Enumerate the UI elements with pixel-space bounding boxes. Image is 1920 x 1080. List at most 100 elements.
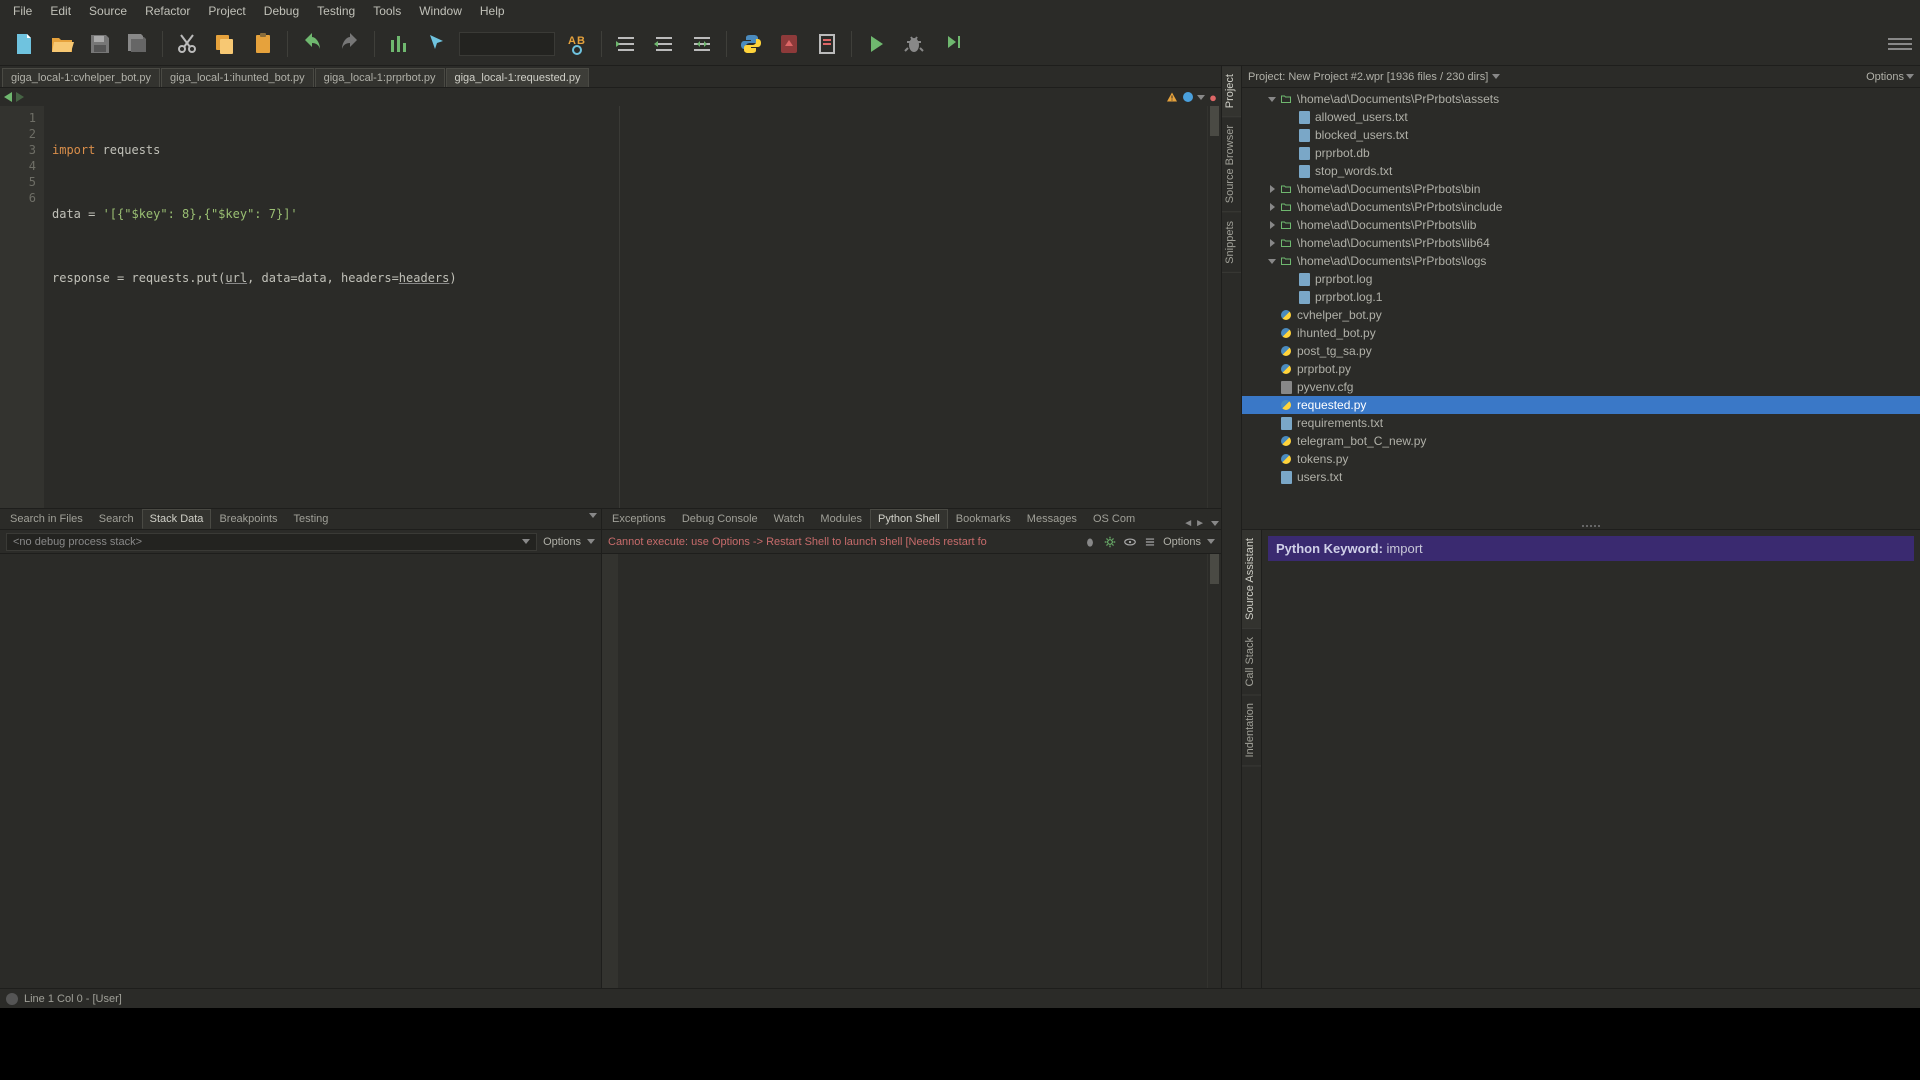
twisty-icon[interactable] bbox=[1266, 237, 1278, 249]
sidetab-project[interactable]: Project bbox=[1222, 66, 1241, 117]
copy-button[interactable] bbox=[209, 28, 241, 60]
twisty-icon[interactable] bbox=[1266, 183, 1278, 195]
tree-node[interactable]: requested.py bbox=[1242, 396, 1920, 414]
tab-search-in-files[interactable]: Search in Files bbox=[2, 509, 91, 529]
menu-testing[interactable]: Testing bbox=[308, 1, 364, 21]
tree-node[interactable]: ihunted_bot.py bbox=[1242, 324, 1920, 342]
cut-button[interactable] bbox=[171, 28, 203, 60]
tree-node[interactable]: allowed_users.txt bbox=[1242, 108, 1920, 126]
tree-node[interactable]: cvhelper_bot.py bbox=[1242, 306, 1920, 324]
sidetab-source-assistant[interactable]: Source Assistant bbox=[1242, 530, 1261, 629]
nav-back-icon[interactable] bbox=[4, 92, 12, 102]
find-replace-button[interactable]: AB bbox=[561, 28, 593, 60]
debug-file-button[interactable] bbox=[773, 28, 805, 60]
dedent-button[interactable] bbox=[648, 28, 680, 60]
redo-button[interactable] bbox=[334, 28, 366, 60]
reformat-button[interactable] bbox=[686, 28, 718, 60]
editor-tab[interactable]: giga_local-1:requested.py bbox=[446, 68, 590, 87]
tabs-dropdown-icon[interactable] bbox=[1211, 521, 1219, 526]
stack-selector[interactable]: <no debug process stack> bbox=[6, 533, 537, 551]
eye-icon[interactable] bbox=[1123, 535, 1137, 549]
tree-node[interactable]: \home\ad\Documents\PrPrbots\lib64 bbox=[1242, 234, 1920, 252]
tab-exceptions[interactable]: Exceptions bbox=[604, 509, 674, 529]
code-editor[interactable]: 1 2 3 4 5 6 import requests data = '[{"$… bbox=[0, 106, 1221, 508]
sidetab-snippets[interactable]: Snippets bbox=[1222, 213, 1241, 273]
tab-os-commands[interactable]: OS Com bbox=[1085, 509, 1143, 529]
tree-node[interactable]: requirements.txt bbox=[1242, 414, 1920, 432]
options-link[interactable]: Options bbox=[1866, 71, 1904, 83]
debug-status-icon[interactable] bbox=[6, 993, 18, 1005]
indent-button[interactable] bbox=[610, 28, 642, 60]
tabs-dropdown-icon[interactable] bbox=[589, 513, 597, 518]
editor-tab[interactable]: giga_local-1:ihunted_bot.py bbox=[161, 68, 314, 87]
menu-debug[interactable]: Debug bbox=[255, 1, 308, 21]
scroll-left-icon[interactable]: ◄ bbox=[1183, 518, 1193, 529]
bug-icon[interactable] bbox=[1083, 535, 1097, 549]
tree-node[interactable]: \home\ad\Documents\PrPrbots\logs bbox=[1242, 252, 1920, 270]
stack-content[interactable] bbox=[0, 554, 601, 988]
tab-python-shell[interactable]: Python Shell bbox=[870, 509, 948, 529]
editor-tab[interactable]: giga_local-1:cvhelper_bot.py bbox=[2, 68, 160, 87]
sidetab-call-stack[interactable]: Call Stack bbox=[1242, 629, 1261, 696]
paste-button[interactable] bbox=[247, 28, 279, 60]
tab-messages[interactable]: Messages bbox=[1019, 509, 1085, 529]
scroll-right-icon[interactable]: ► bbox=[1195, 518, 1205, 529]
tab-modules[interactable]: Modules bbox=[812, 509, 870, 529]
tree-node[interactable]: tokens.py bbox=[1242, 450, 1920, 468]
menu-help[interactable]: Help bbox=[471, 1, 514, 21]
tab-stack-data[interactable]: Stack Data bbox=[142, 509, 212, 529]
twisty-icon[interactable] bbox=[1266, 93, 1278, 105]
sidetab-source-browser[interactable]: Source Browser bbox=[1222, 117, 1241, 212]
sidetab-indentation[interactable]: Indentation bbox=[1242, 695, 1261, 766]
open-file-button[interactable] bbox=[46, 28, 78, 60]
tree-node[interactable]: \home\ad\Documents\PrPrbots\include bbox=[1242, 198, 1920, 216]
menu-edit[interactable]: Edit bbox=[41, 1, 80, 21]
twisty-icon[interactable] bbox=[1266, 219, 1278, 231]
toolbar-search[interactable] bbox=[459, 32, 555, 56]
options-link[interactable]: Options bbox=[1163, 536, 1201, 548]
step-into-button[interactable] bbox=[936, 28, 968, 60]
close-editor-icon[interactable]: ● bbox=[1209, 90, 1217, 105]
tree-node[interactable]: prprbot.db bbox=[1242, 144, 1920, 162]
editor-menu-icon[interactable] bbox=[1197, 95, 1205, 100]
save-all-button[interactable] bbox=[122, 28, 154, 60]
tree-node[interactable]: blocked_users.txt bbox=[1242, 126, 1920, 144]
save-button[interactable] bbox=[84, 28, 116, 60]
menu-file[interactable]: File bbox=[4, 1, 41, 21]
warning-icon[interactable] bbox=[1165, 91, 1179, 103]
tree-node[interactable]: \home\ad\Documents\PrPrbots\bin bbox=[1242, 180, 1920, 198]
chevron-down-icon[interactable] bbox=[1492, 74, 1500, 79]
python-button[interactable] bbox=[735, 28, 767, 60]
tab-debug-console[interactable]: Debug Console bbox=[674, 509, 766, 529]
info-icon[interactable] bbox=[1183, 92, 1193, 102]
scrollbar-thumb[interactable] bbox=[1210, 554, 1219, 584]
options-link[interactable]: Options bbox=[543, 536, 581, 548]
new-file-button[interactable] bbox=[8, 28, 40, 60]
twisty-icon[interactable] bbox=[1266, 255, 1278, 267]
menu-tools[interactable]: Tools bbox=[364, 1, 410, 21]
chevron-down-icon[interactable] bbox=[1207, 539, 1215, 544]
tree-node[interactable]: stop_words.txt bbox=[1242, 162, 1920, 180]
chevron-down-icon[interactable] bbox=[1906, 74, 1914, 79]
chevron-down-icon[interactable] bbox=[587, 539, 595, 544]
project-tree[interactable]: \home\ad\Documents\PrPrbots\assetsallowe… bbox=[1242, 88, 1920, 529]
menu-source[interactable]: Source bbox=[80, 1, 136, 21]
twisty-icon[interactable] bbox=[1266, 201, 1278, 213]
code-area[interactable]: import requests data = '[{"$key": 8},{"$… bbox=[44, 106, 1207, 508]
tree-node[interactable]: \home\ad\Documents\PrPrbots\lib bbox=[1242, 216, 1920, 234]
run-button[interactable] bbox=[860, 28, 892, 60]
tab-search[interactable]: Search bbox=[91, 509, 142, 529]
tree-node[interactable]: \home\ad\Documents\PrPrbots\assets bbox=[1242, 90, 1920, 108]
tree-node[interactable]: post_tg_sa.py bbox=[1242, 342, 1920, 360]
menu-project[interactable]: Project bbox=[199, 1, 254, 21]
cursor-mode-button[interactable] bbox=[421, 28, 453, 60]
editor-tab[interactable]: giga_local-1:prprbot.py bbox=[315, 68, 445, 87]
nav-forward-icon[interactable] bbox=[16, 92, 24, 102]
resize-grip[interactable] bbox=[1571, 525, 1611, 530]
tree-node[interactable]: pyvenv.cfg bbox=[1242, 378, 1920, 396]
menu-refactor[interactable]: Refactor bbox=[136, 1, 199, 21]
menu-window[interactable]: Window bbox=[410, 1, 471, 21]
shell-scrollbar[interactable] bbox=[1207, 554, 1221, 988]
undo-button[interactable] bbox=[296, 28, 328, 60]
lines-icon[interactable] bbox=[1143, 535, 1157, 549]
